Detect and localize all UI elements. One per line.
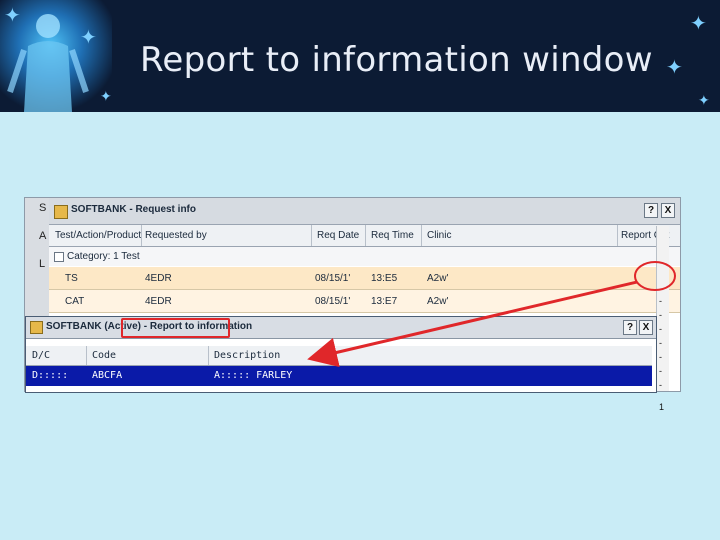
annotation-overlay xyxy=(307,261,676,368)
red-arrow xyxy=(307,280,638,368)
highlight-circle xyxy=(634,261,676,291)
